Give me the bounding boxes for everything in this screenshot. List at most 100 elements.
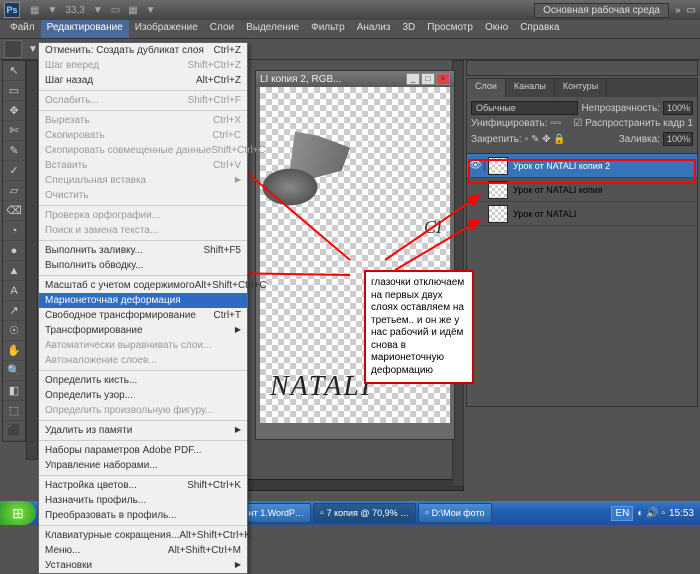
menu-Редактирование[interactable]: Редактирование [41, 20, 129, 38]
minimize-button[interactable]: _ [406, 73, 420, 85]
menu-item[interactable]: Назначить профиль... [39, 493, 247, 508]
tool-button[interactable]: ☉ [3, 321, 25, 341]
menu-Просмотр[interactable]: Просмотр [421, 20, 479, 38]
tool-preset[interactable] [4, 40, 22, 58]
menu-Окно[interactable]: Окно [479, 20, 514, 38]
menu-item[interactable]: Меню...Alt+Shift+Ctrl+M [39, 543, 247, 558]
tool-button[interactable]: ✋ [3, 341, 25, 361]
menu-Файл[interactable]: Файл [4, 20, 41, 38]
menu-item[interactable]: Преобразовать в профиль... [39, 508, 247, 523]
menu-item: Очистить [39, 188, 247, 203]
menu-item[interactable]: Отменить: Создать дубликат слояCtrl+Z [39, 43, 247, 58]
ps-logo: Ps [4, 2, 20, 18]
menu-Слои[interactable]: Слои [204, 20, 240, 38]
layer-name: Урок от NATALI копия 2 [511, 161, 610, 171]
clock[interactable]: 15:53 [669, 508, 694, 519]
tool-button[interactable]: ▱ [3, 181, 25, 201]
menu-item[interactable]: Выполнить обводку... [39, 258, 247, 273]
menu-item[interactable]: Выполнить заливку...Shift+F5 [39, 243, 247, 258]
menu-item: Автоматически выравнивать слои... [39, 338, 247, 353]
collapsed-panel[interactable] [466, 60, 698, 76]
menu-item[interactable]: Установки▶ [39, 558, 247, 573]
layer-row[interactable]: Урок от NATALI [467, 202, 697, 226]
menu-item[interactable]: Марионеточная деформация [39, 293, 247, 308]
menu-item: СкопироватьCtrl+C [39, 128, 247, 143]
workspace-selector[interactable]: Основная рабочая среда [534, 3, 669, 18]
tool-button[interactable]: ✥ [3, 101, 25, 121]
chevrons-icon[interactable]: » [675, 5, 681, 16]
panel-tab[interactable]: Контуры [555, 79, 607, 97]
panel-tab[interactable]: Каналы [506, 79, 555, 97]
tool-button[interactable]: ⬛ [3, 421, 25, 441]
tool-button[interactable]: 🔍 [3, 361, 25, 381]
tool-button[interactable]: ✓ [3, 161, 25, 181]
tool-button[interactable]: ▲ [3, 261, 25, 281]
edit-menu-dropdown: Отменить: Создать дубликат слояCtrl+Z Шаг… [38, 42, 248, 574]
tool-button[interactable]: ◧ [3, 381, 25, 401]
menu-item[interactable]: Наборы параметров Adobe PDF... [39, 443, 247, 458]
menu-Справка[interactable]: Справка [514, 20, 565, 38]
menu-item: Поиск и замена текста... [39, 223, 247, 238]
layer-name: Урок от NATALI [511, 209, 576, 219]
layer-name: Урок от NATALI копия [511, 185, 603, 195]
taskbar-item[interactable]: ▫7 копия @ 70,9% … [313, 503, 416, 523]
menu-item[interactable]: Шаг назадAlt+Ctrl+Z [39, 73, 247, 88]
menu-item: ВставитьCtrl+V [39, 158, 247, 173]
tool-button[interactable]: ✄ [3, 121, 25, 141]
canvas-text-2: NATALI [270, 371, 372, 403]
menu-item[interactable]: Клавиатурные сокращения...Alt+Shift+Ctrl… [39, 528, 247, 543]
document-titlebar[interactable]: LI копия 2, RGB... _ □ × [256, 71, 454, 87]
menu-item[interactable]: Управление наборами... [39, 458, 247, 473]
panel-tab[interactable]: Слои [467, 79, 506, 97]
menu-Анализ[interactable]: Анализ [351, 20, 397, 38]
system-tray: EN ◐ 🔊 ▫ 15:53 [605, 506, 700, 521]
tool-button[interactable]: ↗ [3, 301, 25, 321]
menu-item: Скопировать совмещенные данныеShift+Ctrl… [39, 143, 247, 158]
menu-3D[interactable]: 3D [396, 20, 421, 38]
annotation-callout: глазочки отключаем на первых двух слоях … [364, 270, 474, 384]
bird-body [235, 147, 335, 227]
language-indicator[interactable]: EN [611, 506, 633, 521]
menu-item[interactable]: Определить кисть... [39, 373, 247, 388]
maximize-button[interactable]: □ [421, 73, 435, 85]
tool-button[interactable]: ⬚ [3, 401, 25, 421]
tool-button[interactable]: ↖ [3, 61, 25, 81]
menu-Фильтр[interactable]: Фильтр [305, 20, 351, 38]
fill-input[interactable]: 100% [663, 132, 693, 146]
menu-item[interactable]: Определить узор... [39, 388, 247, 403]
tool-button[interactable]: ● [3, 241, 25, 261]
tool-button[interactable]: ▭ [3, 81, 25, 101]
menu-item[interactable]: Свободное трансформированиеCtrl+T [39, 308, 247, 323]
visibility-toggle[interactable]: 👁 [467, 160, 485, 171]
menu-item: Определить произвольную фигуру... [39, 403, 247, 418]
canvas-text-1: CI [424, 217, 442, 238]
menu-item: Ослабить...Shift+Ctrl+F [39, 93, 247, 108]
menu-item[interactable]: Масштаб с учетом содержимогоAlt+Shift+Ct… [39, 278, 247, 293]
menu-item: ВырезатьCtrl+X [39, 113, 247, 128]
menu-item: Проверка орфографии... [39, 208, 247, 223]
menu-item: Специальная вставка▶ [39, 173, 247, 188]
doc-title: LI копия 2, RGB... [260, 74, 341, 85]
tool-button[interactable]: A [3, 281, 25, 301]
layer-row[interactable]: Урок от NATALI копия [467, 178, 697, 202]
csLive-icon[interactable]: ▭ [687, 5, 696, 16]
menu-item[interactable]: Настройка цветов...Shift+Ctrl+K [39, 478, 247, 493]
title-quickbar: ▦▼33,3▼▭▦▼ [30, 5, 156, 16]
menu-item[interactable]: Удалить из памяти▶ [39, 423, 247, 438]
lock-label: Закрепить: [471, 134, 522, 145]
layer-row[interactable]: 👁 Урок от NATALI копия 2 [467, 154, 697, 178]
start-button[interactable]: ⊞ [0, 501, 36, 525]
menu-item: Автоналожение слоев... [39, 353, 247, 368]
tool-button[interactable]: ⌫ [3, 201, 25, 221]
close-button[interactable]: × [436, 73, 450, 85]
tool-button[interactable]: ◔ [3, 221, 25, 241]
blend-mode-select[interactable]: Обычные [471, 101, 578, 115]
tool-button[interactable]: ✎ [3, 141, 25, 161]
unify-label: Унифицировать: [471, 118, 547, 129]
menu-Изображение[interactable]: Изображение [129, 20, 204, 38]
opacity-input[interactable]: 100% [663, 101, 693, 115]
menu-item[interactable]: Трансформирование▶ [39, 323, 247, 338]
taskbar-item[interactable]: ▫D:\Мои фото [418, 503, 491, 523]
layers-panel: СлоиКаналыКонтуры Обычные Непрозрачность… [466, 78, 698, 407]
menu-Выделение[interactable]: Выделение [240, 20, 305, 38]
